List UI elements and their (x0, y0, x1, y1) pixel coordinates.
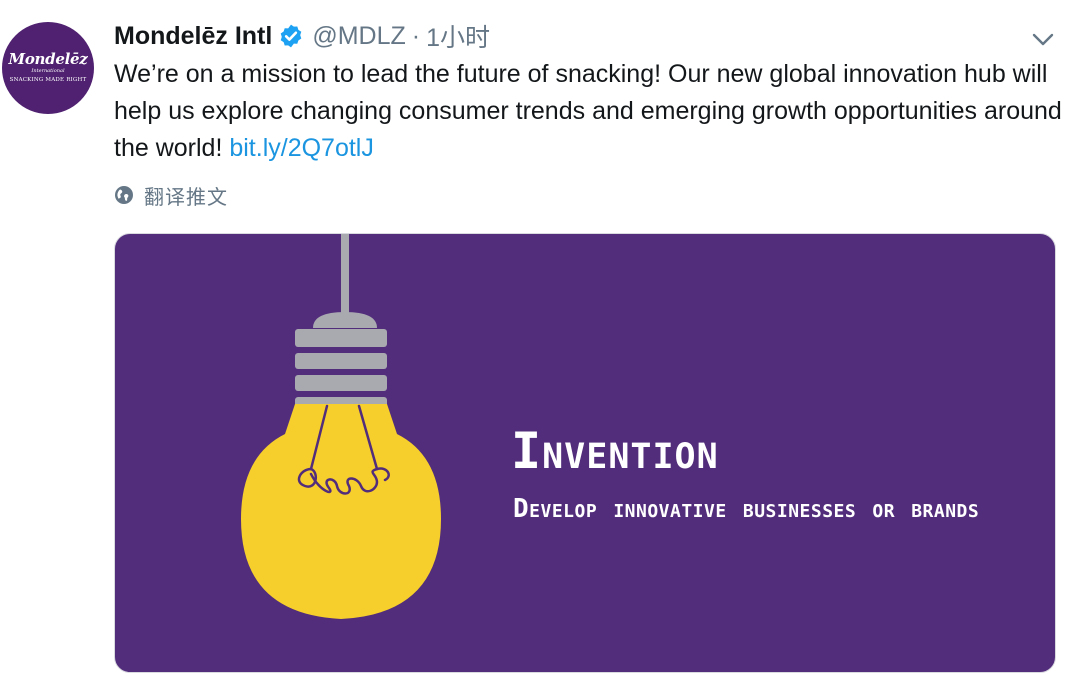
tweet-link[interactable]: bit.ly/2Q7otlJ (229, 134, 374, 162)
card-description: Develop innovative businesses or brands (513, 494, 980, 524)
globe-icon (115, 186, 133, 204)
translate-label: 翻译推文 (144, 186, 228, 209)
avatar[interactable]: Mondelēz International SNACKING MADE RIG… (2, 22, 94, 114)
avatar-sub: International (31, 68, 65, 74)
tweet-header: Mondelēz Intl @MDLZ · 1小时 (114, 18, 490, 54)
lightbulb-illustration (241, 234, 441, 619)
account-handle[interactable]: @MDLZ (312, 22, 405, 51)
avatar-brand: Mondelēz (8, 50, 88, 68)
media-card[interactable]: Invention Develop innovative businesses … (114, 233, 1056, 673)
tweet-text: We’re on a mission to lead the future of… (114, 56, 1064, 167)
translate-tweet-button[interactable]: 翻译推文 (114, 181, 228, 209)
account-name[interactable]: Mondelēz Intl (114, 22, 272, 51)
timestamp[interactable]: 1小时 (426, 18, 490, 54)
chevron-down-icon[interactable] (1030, 26, 1056, 52)
card-title: Invention (511, 422, 719, 480)
separator: · (411, 21, 421, 50)
avatar-tagline: SNACKING MADE RIGHT (9, 77, 87, 83)
verified-badge-icon (281, 24, 302, 48)
